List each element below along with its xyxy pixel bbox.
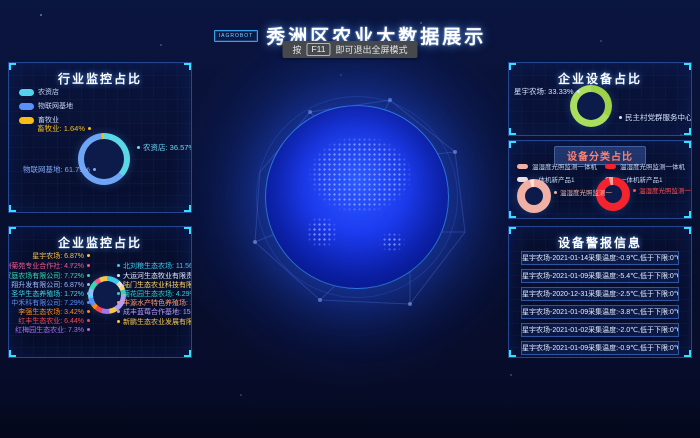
legend-label: 一体机新产品1: [620, 174, 663, 184]
corner-accent: [9, 205, 16, 212]
alarm-row: 星宇农场-2021-01-09采集温度:-0.9℃,低于下限:0℃: [521, 341, 679, 355]
corner-accent: [184, 63, 191, 70]
dashboard-screen: IAGROBOT 秀洲区农业大数据展示 按 F11 即可退出全屏模式 行业监控占…: [0, 0, 700, 438]
legend-item[interactable]: 温湿度光照监测一体机: [517, 161, 597, 171]
donut-label: 大运河生态牧业有限责任公: [117, 272, 192, 281]
legend-label: 农资店: [38, 87, 59, 97]
corner-accent: [684, 128, 691, 135]
corner-accent: [684, 63, 691, 70]
alarm-row: 星宇农场-2021-01-02采集温度:-2.0℃,低于下限:0℃: [521, 323, 679, 337]
legend-item[interactable]: 物联网基地: [19, 101, 73, 111]
legend-item[interactable]: 农资店: [19, 87, 73, 97]
panel-title: 行业监控占比: [9, 70, 191, 87]
corner-accent: [684, 211, 691, 218]
legend-label: 物联网基地: [38, 101, 73, 111]
corner-accent: [684, 350, 691, 357]
donut-label: 菊花园生态农场: 4.29%: [117, 290, 192, 299]
corner-accent: [684, 141, 691, 148]
donut-hole: [577, 92, 605, 120]
donut-label: 圣华生态养殖场: 1.72%: [11, 290, 90, 299]
corner-accent: [184, 227, 191, 234]
legend-item[interactable]: 温湿度光照监测一体机: [605, 161, 685, 171]
globe-visualization: [265, 105, 449, 289]
donut-label: 红梅园生态农业: 7.3%: [15, 326, 90, 335]
corner-accent: [184, 350, 191, 357]
donut-label: 北刘粮生态农场: 11.56%: [117, 262, 192, 271]
category-donut-left[interactable]: [517, 179, 551, 213]
panel-industry-monitor: 行业监控占比 农资店 物联网基地 畜牧业 畜牧业: 1.64% 农资店: 36.…: [8, 62, 192, 213]
legend-chip: [605, 164, 616, 169]
donut-label: 陆门生态农业科技有限公: [117, 281, 192, 290]
corner-accent: [509, 63, 516, 70]
corner-accent: [509, 211, 516, 218]
globe-dot-map: [277, 117, 437, 277]
legend-label: 温湿度光照监测一体机: [532, 161, 597, 171]
alarm-row: 星宇农场-2021-01-09采集温度:-3.8℃,低于下限:0℃: [521, 305, 679, 319]
donut-label: 中禾科有限公司: 7.29%: [11, 299, 90, 308]
industry-donut-chart[interactable]: [78, 133, 130, 185]
donut-label-iot-base: 物联网基地: 61.79%: [23, 165, 96, 174]
corner-accent: [509, 128, 516, 135]
legend-chip: [19, 103, 34, 110]
donut-label-livestock: 畜牧业: 1.64%: [37, 124, 91, 133]
tip-prefix: 按: [292, 43, 301, 56]
industry-legend: 农资店 物联网基地 畜牧业: [19, 87, 73, 125]
legend-chip: [19, 117, 34, 124]
donut-label: 翔升发有限公司: 6.87%: [11, 281, 90, 290]
donut-label-agristore: 农资店: 36.57%: [137, 143, 192, 152]
corner-accent: [509, 350, 516, 357]
corner-accent: [9, 227, 16, 234]
donut-callout-left: 温湿度光照监测一: [554, 189, 612, 198]
donut-label: 李强生态农场: 3.42%: [18, 308, 90, 317]
panel-enterprise-monitor: 企业监控占比 星宇农场: 6.87% 秀洲菊苑专业合作社: 4.72% 家庭农场…: [8, 226, 192, 358]
fullscreen-exit-tip: 按 F11 即可退出全屏模式: [282, 41, 417, 58]
panel-device-category: 设备分类占比 温湿度光照监测一体机 一体机新产品1 温湿度光照监测一体机 一体机…: [508, 140, 692, 219]
alarm-list: 星宇农场-2021-01-14采集温度:-0.9℃,低于下限:0℃ 星宇农场-2…: [521, 251, 679, 355]
panel-title: 企业设备占比: [509, 70, 691, 87]
alarm-row: 星宇农场-2021-01-14采集温度:-0.9℃,低于下限:0℃: [521, 251, 679, 265]
donut-hole: [525, 187, 543, 205]
donut-label: 新鹏生态农业发展有限公司: 6.87: [117, 318, 192, 327]
alarm-row: 星宇农场-2020-12-31采集温度:-2.5℃,低于下限:0℃: [521, 287, 679, 301]
corner-accent: [184, 205, 191, 212]
f11-key-badge: F11: [306, 43, 330, 56]
donut-label-xingyu: 星宇农场: 33.33%: [514, 87, 580, 96]
legend-label: 温湿度光照监测一体机: [620, 161, 685, 171]
panel-title: 设备警报信息: [509, 234, 691, 251]
panel-device-ratio: 企业设备占比 星宇农场: 33.33% 民主村党群服务中心:: [508, 62, 692, 136]
donut-label: 星宇农场: 6.87%: [32, 252, 90, 261]
corner-accent: [509, 227, 516, 234]
panel-title: 企业监控占比: [9, 234, 191, 251]
panel-alarm-info: 设备警报信息 星宇农场-2021-01-14采集温度:-0.9℃,低于下限:0℃…: [508, 226, 692, 358]
alarm-row: 星宇农场-2021-01-09采集温度:-5.4℃,低于下限:0℃: [521, 269, 679, 283]
corner-accent: [9, 350, 16, 357]
corner-accent: [684, 227, 691, 234]
logo-badge: IAGROBOT: [214, 30, 258, 42]
legend-chip: [19, 89, 34, 96]
donut-label: 成丰蓝莓合作基地: 15.02%: [117, 308, 192, 317]
legend-chip: [517, 164, 528, 169]
star-field: [40, 14, 42, 16]
corner-accent: [509, 141, 516, 148]
donut-label: 秀洲菊苑专业合作社: 4.72%: [8, 262, 90, 271]
corner-accent: [9, 63, 16, 70]
donut-label: 家庭农场有限公司: 7.72%: [8, 272, 90, 281]
tip-suffix: 即可退出全屏模式: [336, 43, 408, 56]
donut-label: 丰源水产特色养殖场: 1.: [117, 299, 192, 308]
donut-label: 红丰生态农业: 6.44%: [18, 317, 90, 326]
donut-label-minzhucun: 民主村党群服务中心:: [619, 113, 692, 122]
donut-callout-right: 温湿度光照监测一: [633, 187, 691, 196]
